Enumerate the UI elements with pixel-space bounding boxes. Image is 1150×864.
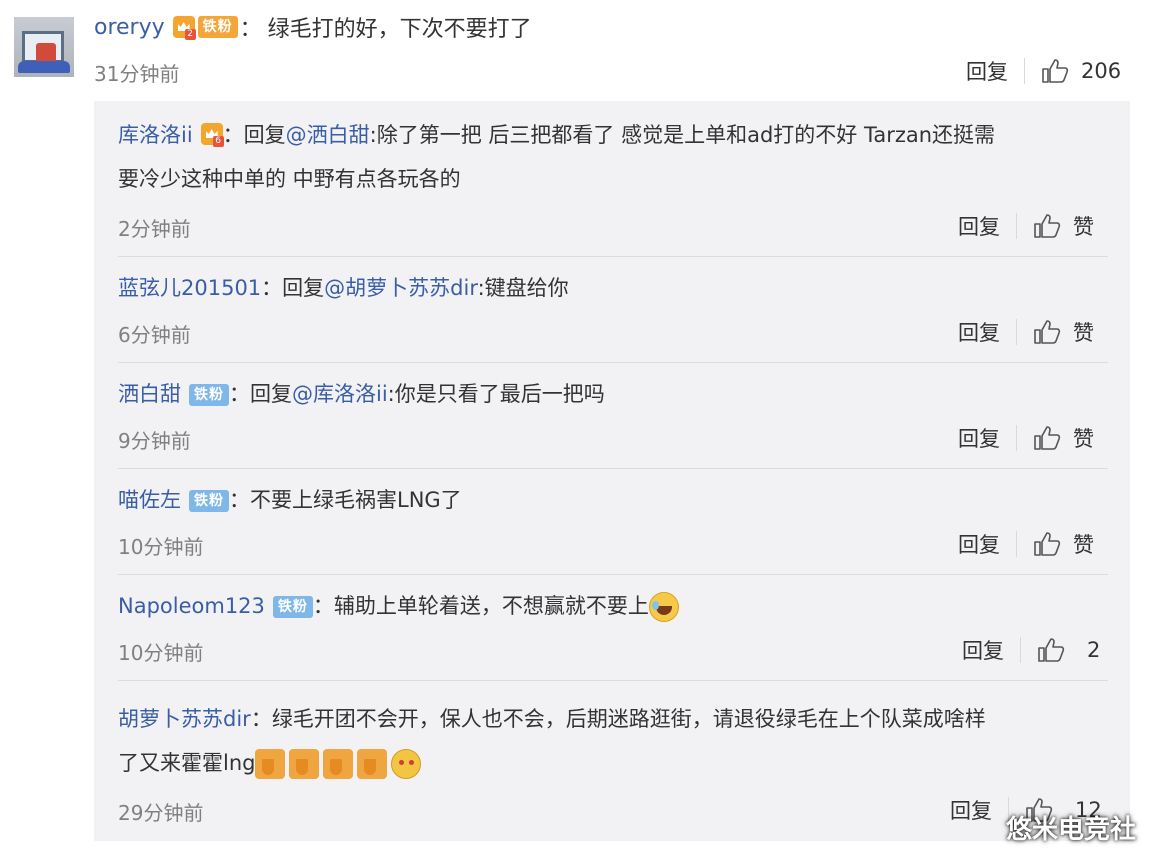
reply-item: 胡萝卜苏苏dir：绿毛开团不会开，保人也不会，后期迷路逛街，请退役绿毛在上个队菜… [94, 681, 1130, 841]
reply-button[interactable]: 回复 [950, 795, 992, 825]
reply-text: 库洛洛ii 6 ：回复@洒白甜:除了第一把 后三把都看了 感觉是上单和ad打的不好 … [118, 123, 996, 191]
vip-level: 2 [184, 29, 196, 40]
reply-text: 胡萝卜苏苏dir：绿毛开团不会开，保人也不会，后期迷路逛街，请退役绿毛在上个队菜… [118, 697, 1114, 785]
reply-time: 6分钟前 [118, 323, 191, 347]
like-button[interactable]: 2 [1037, 637, 1100, 663]
reply-item: Napoleom123 铁粉 ：辅助上单轮着送，不想赢就不要上 10分钟前 回复 2 [94, 575, 1130, 681]
mention-link[interactable]: @库洛洛ii [292, 382, 388, 406]
fan-badge: 铁粉 [197, 16, 238, 38]
username-link[interactable]: 洒白甜 [118, 382, 181, 406]
reply-actions: 回复 2 [962, 635, 1100, 665]
like-count: 206 [1081, 59, 1122, 83]
reply-time: 10分钟前 [118, 535, 204, 559]
thumbs-up-icon [1034, 320, 1061, 344]
username-link[interactable]: 库洛洛ii [118, 123, 193, 147]
thumbs-down-icon [255, 749, 286, 779]
mention-link[interactable]: @洒白甜 [286, 123, 370, 147]
dog-face-icon [391, 749, 422, 779]
reply-list: 库洛洛ii 6 ：回复@洒白甜:除了第一把 后三把都看了 感觉是上单和ad打的不好 … [94, 101, 1130, 841]
watermark: 悠米电竞社 [1005, 815, 1136, 845]
vip-crown-icon: 2 铁粉 [172, 16, 238, 40]
laugh-cry-icon [648, 592, 679, 622]
like-count: 2 [1087, 638, 1101, 662]
fan-badge: 铁粉 [272, 596, 313, 618]
vip-crown-icon: 6 [200, 123, 224, 147]
thumbs-up-icon [1034, 214, 1061, 238]
thumbs-up-icon [1038, 638, 1065, 662]
username-link[interactable]: 胡萝卜苏苏dir [118, 707, 251, 731]
reply-actions: 回复 赞 [958, 423, 1094, 453]
reply-text: 喵佐左 铁粉 ：不要上绿毛祸害LNG了 [118, 488, 462, 512]
reply-actions: 回复 赞 [958, 211, 1094, 241]
username-link[interactable]: Napoleom123 [118, 594, 265, 618]
reply-item: 喵佐左 铁粉 ：不要上绿毛祸害LNG了 10分钟前 回复 赞 [94, 469, 1130, 575]
reply-button[interactable]: 回复 [958, 423, 1000, 453]
thumbs-up-icon [1042, 59, 1069, 83]
avatar[interactable] [14, 17, 74, 77]
reply-time: 10分钟前 [118, 641, 204, 665]
username-link[interactable]: 喵佐左 [118, 488, 181, 512]
comment-header: oreryy 2 铁粉 ： 绿毛打的好，下次不要打了 [94, 10, 532, 44]
mention-link[interactable]: @胡萝卜苏苏dir [324, 276, 477, 300]
comment-time: 31分钟前 [94, 62, 180, 86]
fan-badge: 铁粉 [189, 384, 229, 406]
reply-button[interactable]: 回复 [962, 635, 1004, 665]
reply-button[interactable]: 回复 [966, 56, 1008, 86]
reply-text: Napoleom123 铁粉 ：辅助上单轮着送，不想赢就不要上 [118, 584, 1114, 628]
username-link[interactable]: oreryy [94, 15, 165, 40]
like-button[interactable]: 赞 [1033, 529, 1094, 559]
reply-time: 9分钟前 [118, 429, 191, 453]
reply-button[interactable]: 回复 [958, 317, 1000, 347]
like-button[interactable]: 赞 [1033, 423, 1094, 453]
like-button[interactable]: 赞 [1033, 211, 1094, 241]
reply-item: 蓝弦儿201501：回复@胡萝卜苏苏dir:键盘给你 6分钟前 回复 赞 [94, 257, 1130, 363]
thumbs-up-icon [1034, 426, 1061, 450]
reply-button[interactable]: 回复 [958, 211, 1000, 241]
thumbs-down-icon [357, 749, 388, 779]
thumbs-down-icon [323, 749, 354, 779]
username-link[interactable]: 蓝弦儿201501 [118, 276, 261, 300]
reply-button[interactable]: 回复 [958, 529, 1000, 559]
reply-time: 2分钟前 [118, 217, 191, 241]
reply-item: 洒白甜 铁粉 ：回复@库洛洛ii:你是只看了最后一把吗 9分钟前 回复 赞 [94, 363, 1130, 469]
like-button[interactable]: 赞 [1033, 317, 1094, 347]
reply-text: 洒白甜 铁粉 ：回复@库洛洛ii:你是只看了最后一把吗 [118, 382, 605, 406]
thumbs-up-icon [1034, 532, 1061, 556]
reply-actions: 回复 赞 [958, 529, 1094, 559]
reply-text: 蓝弦儿201501：回复@胡萝卜苏苏dir:键盘给你 [118, 276, 569, 300]
comment-actions: 回复 206 [966, 56, 1121, 86]
fan-badge: 铁粉 [189, 490, 229, 512]
thumbs-down-icon [289, 749, 320, 779]
main-comment: oreryy 2 铁粉 ： 绿毛打的好，下次不要打了 31分钟前 回复 206 [0, 0, 1150, 100]
reply-item: 库洛洛ii 6 ：回复@洒白甜:除了第一把 后三把都看了 感觉是上单和ad打的不好 … [94, 101, 1130, 257]
like-button[interactable]: 206 [1041, 58, 1121, 84]
comment-text: 绿毛打的好，下次不要打了 [267, 17, 532, 42]
reply-time: 29分钟前 [118, 801, 204, 825]
reply-actions: 回复 赞 [958, 317, 1094, 347]
